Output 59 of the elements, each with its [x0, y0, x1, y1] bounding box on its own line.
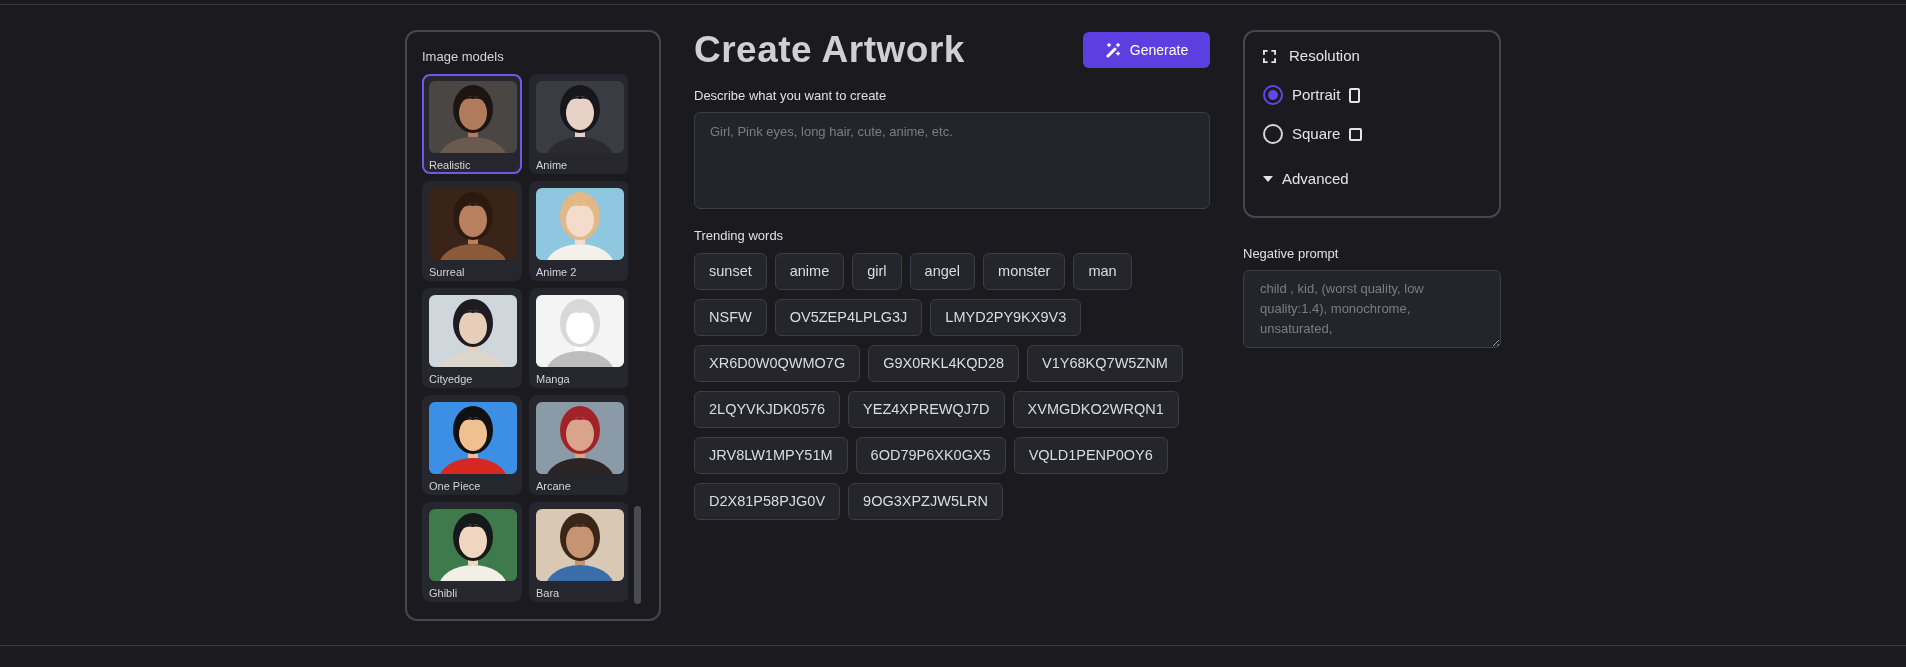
model-label: Anime — [536, 158, 569, 172]
trending-tag[interactable]: anime — [774, 253, 845, 290]
expand-icon — [1263, 49, 1276, 63]
trending-tag[interactable]: V1Y68KQ7W5ZNM — [1027, 345, 1183, 382]
model-card[interactable]: Cityedge — [422, 287, 522, 388]
trending-tag[interactable]: LMYD2PY9KX9V3 — [930, 299, 1082, 336]
model-card[interactable]: Surreal — [422, 180, 522, 281]
radio-button[interactable] — [1263, 85, 1283, 105]
radio-label: Square — [1292, 123, 1341, 144]
magic-wand-icon — [1104, 42, 1121, 58]
trending-tag[interactable]: girl — [852, 253, 902, 290]
caret-icon — [1263, 176, 1273, 183]
trending-tag[interactable]: VQLD1PENP0OY6 — [1013, 437, 1168, 474]
model-label: One Piece — [429, 479, 482, 493]
model-card[interactable]: Arcane — [529, 394, 628, 495]
prompt-field[interactable]: Girl, Pink eyes, long hair, cute, anime, etc. — [694, 111, 1210, 209]
model-card[interactable]: Manga — [529, 287, 628, 388]
model-label: Manga — [536, 372, 571, 386]
negative-prompt-field[interactable]: child , kid, (worst quality, low quality:1.4), monochrome, unsaturated, — [1243, 269, 1501, 348]
advanced-toggle[interactable]: Advanced — [1263, 168, 1481, 191]
generate-button[interactable]: Generate — [1083, 32, 1210, 68]
trending-tag[interactable]: 6OD79P6XK0GX5 — [855, 437, 1006, 474]
model-label: Ghibli — [429, 586, 459, 600]
portrait-icon — [1349, 87, 1361, 103]
trending-tag[interactable]: D2X81P58PJG0V — [694, 483, 841, 520]
model-card[interactable]: Realistic — [422, 73, 522, 174]
trending-tag[interactable]: JRV8LW1MPY51M — [694, 437, 848, 474]
model-card[interactable]: Anime — [529, 73, 628, 174]
trending-tag[interactable]: XVMGDKO2WRQN1 — [1012, 391, 1179, 428]
square-icon — [1349, 127, 1363, 141]
model-card[interactable]: One Piece — [422, 394, 522, 495]
radio-label: Portrait — [1292, 84, 1341, 105]
trending-tag[interactable]: monster — [983, 253, 1066, 290]
trending-tag[interactable]: XR6D0W0QWMO7G — [694, 345, 861, 382]
trending-tag[interactable]: G9X0RKL4KQD28 — [868, 345, 1020, 382]
section-title: Resolution — [1289, 45, 1360, 66]
trending-tag[interactable]: NSFW — [694, 299, 767, 336]
model-card[interactable]: Ghibli — [422, 501, 522, 602]
model-label: Surreal — [429, 265, 466, 279]
section-label: Trending words — [694, 226, 785, 245]
panel-title: Image models — [422, 48, 505, 66]
model-card[interactable]: Bara — [529, 501, 628, 602]
scrollbar-thumb[interactable] — [634, 505, 641, 604]
model-label: Realistic — [429, 158, 472, 172]
trending-tag[interactable]: sunset — [694, 253, 767, 290]
model-label: Anime 2 — [536, 265, 578, 279]
model-label: Cityedge — [429, 372, 474, 386]
field-label: Describe what you want to create — [694, 87, 888, 105]
page-title: Create Artwork — [694, 28, 965, 72]
model-label: Arcane — [536, 479, 572, 493]
trending-tag[interactable]: OV5ZEP4LPLG3J — [774, 299, 923, 336]
trending-tag[interactable]: 9OG3XPZJW5LRN — [848, 483, 1003, 520]
model-label: Bara — [536, 586, 561, 600]
trending-tag[interactable]: man — [1073, 253, 1132, 290]
trending-tag[interactable]: 2LQYVKJDK0576 — [694, 391, 841, 428]
field-label: Negative prompt — [1243, 245, 1340, 263]
trending-tag[interactable]: YEZ4XPREWQJ7D — [848, 391, 1005, 428]
trending-tag[interactable]: angel — [909, 253, 976, 290]
model-card[interactable]: Anime 2 — [529, 180, 628, 281]
